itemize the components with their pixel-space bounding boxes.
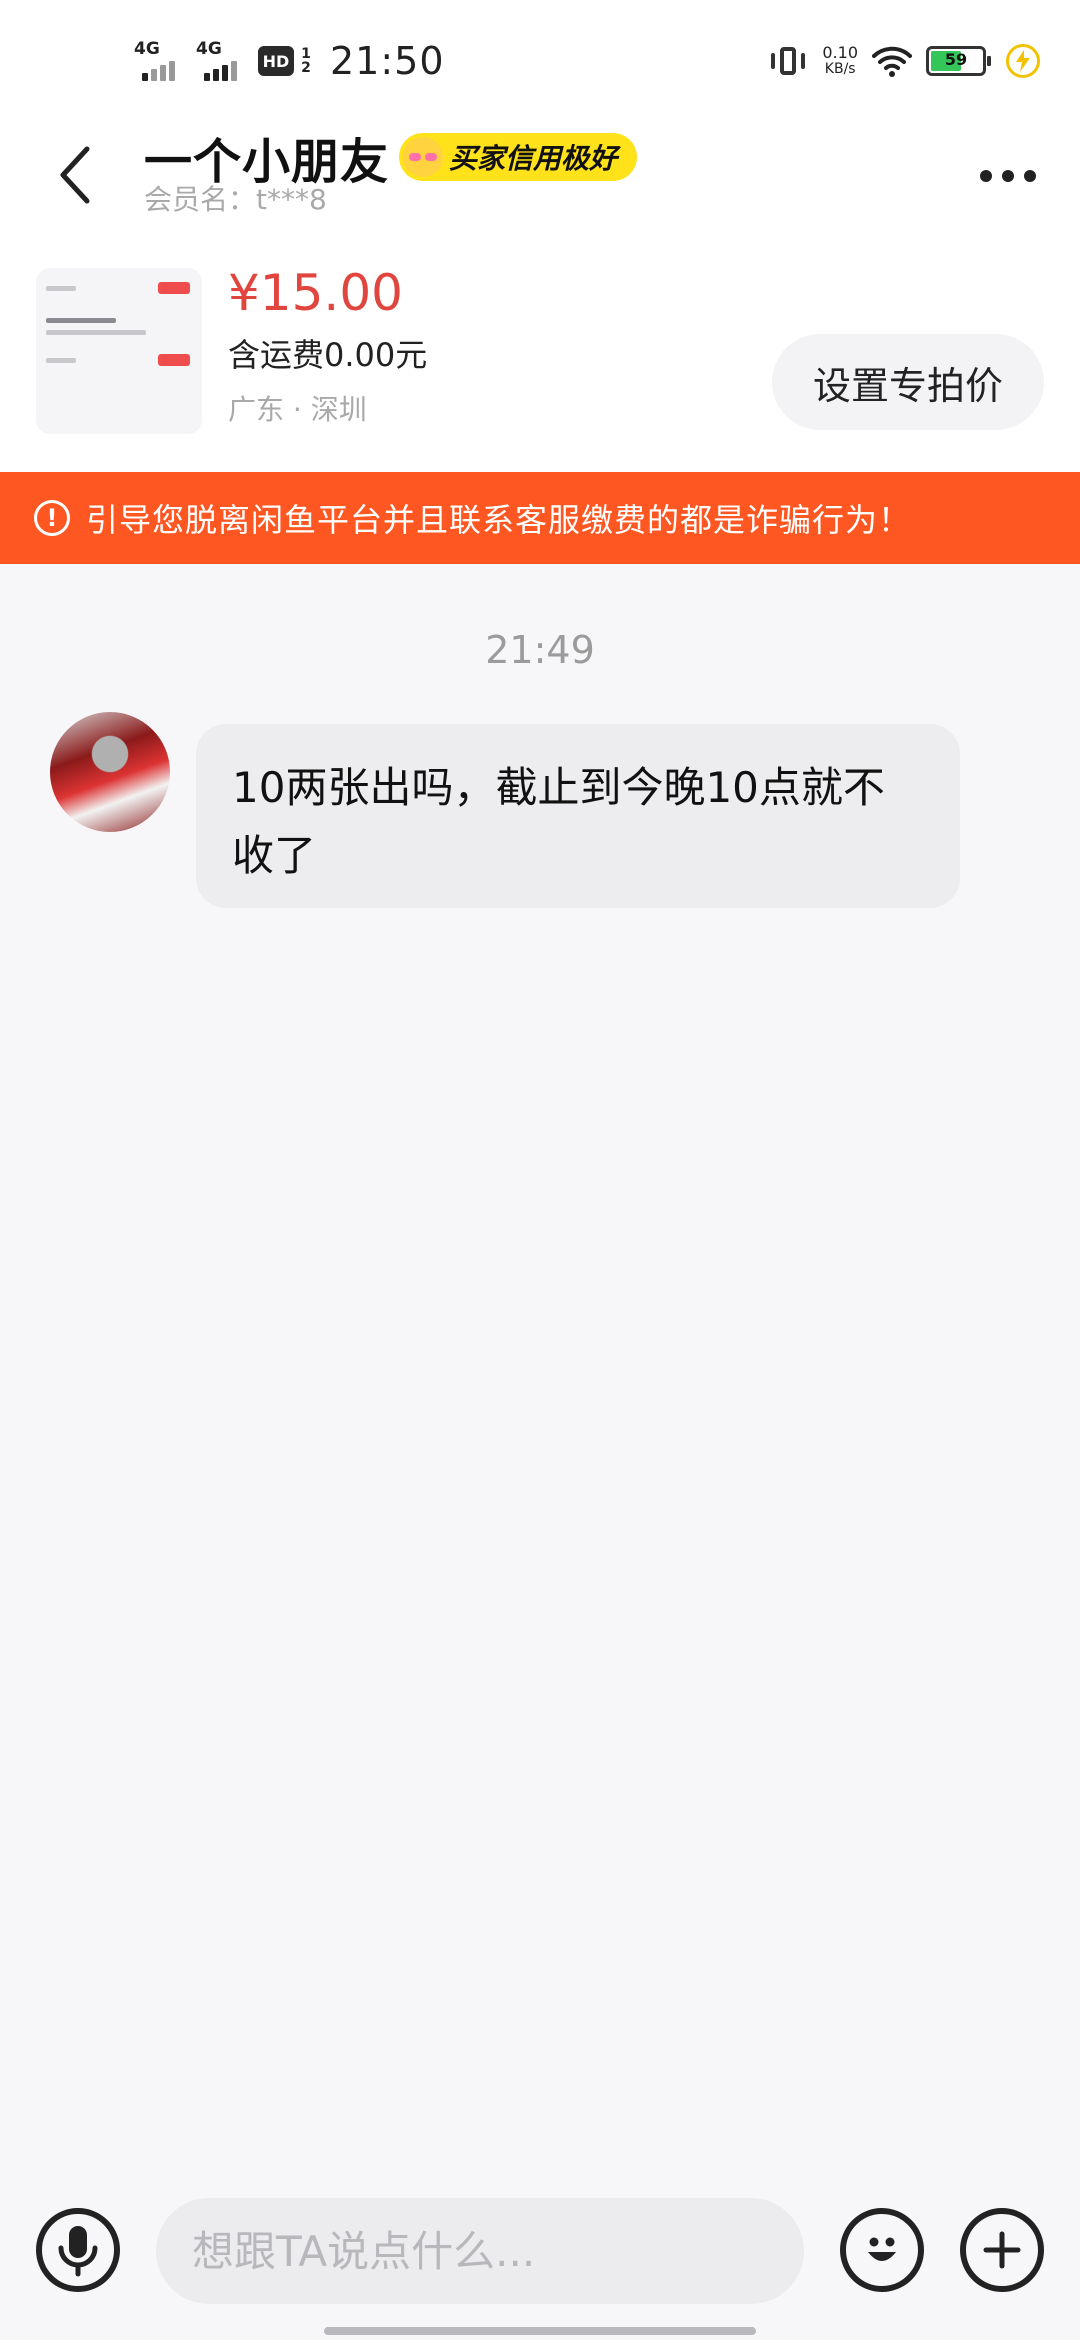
home-indicator[interactable] bbox=[324, 2327, 756, 2335]
warning-icon: ! bbox=[34, 500, 70, 536]
avatar[interactable] bbox=[50, 712, 170, 832]
credit-badge-label: 买家信用极好 bbox=[449, 142, 618, 175]
hd-sim-index: 1 2 bbox=[301, 46, 311, 76]
product-price: ¥15.00 bbox=[228, 264, 403, 322]
set-special-price-button[interactable]: 设置专拍价 bbox=[772, 334, 1044, 430]
input-bar bbox=[0, 2180, 1080, 2320]
battery-icon: 59 bbox=[926, 46, 991, 76]
chevron-left-icon bbox=[60, 146, 90, 204]
voice-input-button[interactable] bbox=[36, 2208, 120, 2292]
network-speed-value: 0.10 bbox=[822, 43, 858, 62]
back-button[interactable] bbox=[40, 130, 110, 220]
more-options-button[interactable] bbox=[968, 148, 1048, 204]
status-time: 21:50 bbox=[330, 39, 445, 83]
product-location: 广东 · 深圳 bbox=[228, 393, 367, 426]
network-speed: 0.10 KB/s bbox=[822, 43, 858, 78]
wifi-icon bbox=[872, 46, 912, 77]
credit-face-icon bbox=[403, 137, 444, 177]
status-bar: 4G 4G HD 1 2 21:50 0.10 KB/s 59 bbox=[0, 0, 1080, 110]
chat-header: 一个小朋友 买家信用极好 会员名：t***8 bbox=[0, 110, 1080, 250]
member-name: 会员名：t***8 bbox=[144, 183, 327, 216]
network-type-label: 4G bbox=[134, 39, 160, 59]
microphone-icon bbox=[58, 2226, 98, 2277]
shipping-fee: 含运费0.00元 bbox=[228, 336, 428, 374]
credit-badge[interactable]: 买家信用极好 bbox=[399, 133, 638, 181]
add-attachment-button[interactable] bbox=[960, 2208, 1044, 2292]
signal-icon-sim1: 4G bbox=[134, 39, 182, 81]
vibrate-icon bbox=[768, 43, 808, 79]
plus-icon bbox=[983, 2231, 1021, 2269]
message-timestamp: 21:49 bbox=[485, 628, 595, 672]
network-speed-unit: KB/s bbox=[824, 61, 856, 77]
hd-label: HD bbox=[262, 51, 290, 71]
warning-text: 引导您脱离闲鱼平台并且联系客服缴费的都是诈骗行为！ bbox=[86, 501, 912, 539]
charging-icon bbox=[1006, 44, 1040, 78]
hd-voice-icon: HD bbox=[258, 46, 294, 76]
more-dot-icon bbox=[1002, 170, 1014, 182]
more-dot-icon bbox=[980, 170, 992, 182]
network-type-label: 4G bbox=[196, 39, 222, 59]
message-bubble[interactable]: 10两张出吗，截止到今晚10点就不收了 bbox=[196, 724, 960, 908]
signal-icon-sim2: 4G bbox=[196, 39, 244, 81]
emoji-button[interactable] bbox=[840, 2208, 924, 2292]
fraud-warning-banner: ! 引导您脱离闲鱼平台并且联系客服缴费的都是诈骗行为！ bbox=[0, 472, 1080, 564]
product-card[interactable]: ¥15.00 含运费0.00元 广东 · 深圳 设置专拍价 bbox=[0, 250, 1080, 472]
product-thumbnail[interactable] bbox=[36, 268, 202, 434]
message-input[interactable] bbox=[156, 2198, 804, 2304]
more-dot-icon bbox=[1024, 170, 1036, 182]
emoji-icon bbox=[868, 2237, 896, 2261]
battery-level: 59 bbox=[944, 50, 968, 69]
